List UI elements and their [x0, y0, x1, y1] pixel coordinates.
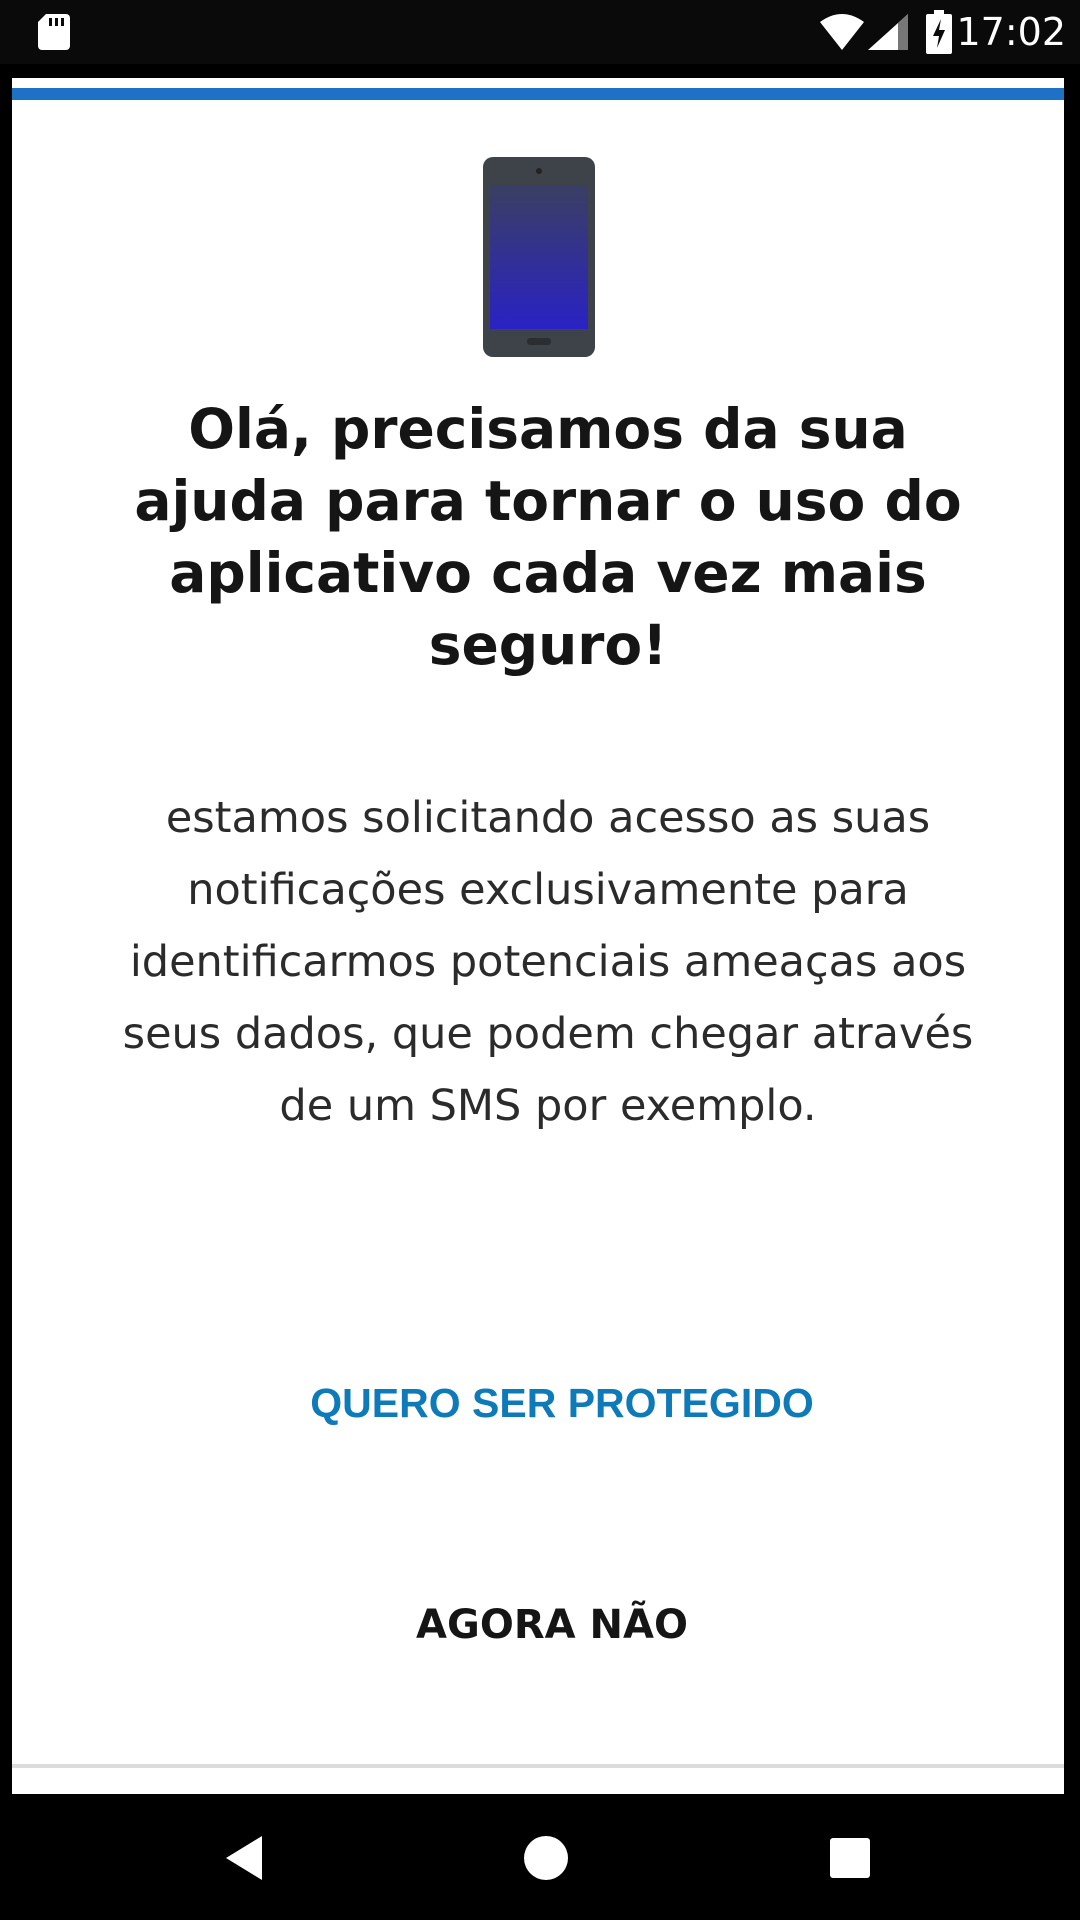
- confirm-protect-button[interactable]: QUERO SER PROTEGIDO: [212, 1348, 912, 1458]
- nav-back-button[interactable]: [212, 1826, 276, 1890]
- battery-charging-icon: [926, 10, 952, 54]
- dialog-title: Olá, precisamos da sua ajuda para tornar…: [134, 397, 962, 677]
- home-icon: [524, 1836, 568, 1880]
- not-now-button[interactable]: AGORA NÃO: [212, 1570, 892, 1680]
- navigation-bar: [0, 1796, 1080, 1920]
- dialog-accent-bar: [12, 88, 1064, 100]
- nav-home-button[interactable]: [514, 1826, 578, 1890]
- back-icon: [226, 1836, 262, 1880]
- permission-dialog: Olá, precisamos da sua ajuda para tornar…: [12, 78, 1064, 1794]
- dialog-message: estamos solicitando acesso as suas notif…: [122, 793, 974, 1131]
- wifi-icon: [820, 14, 864, 50]
- status-bar: 17:02: [0, 0, 1080, 64]
- smartphone-icon: [483, 157, 595, 357]
- recents-icon: [830, 1838, 870, 1878]
- signal-icon: [868, 14, 908, 50]
- sd-card-icon: [38, 14, 70, 50]
- status-time: 17:02: [956, 10, 1066, 54]
- dialog-bottom-divider: [12, 1764, 1064, 1768]
- nav-recents-button[interactable]: [818, 1826, 882, 1890]
